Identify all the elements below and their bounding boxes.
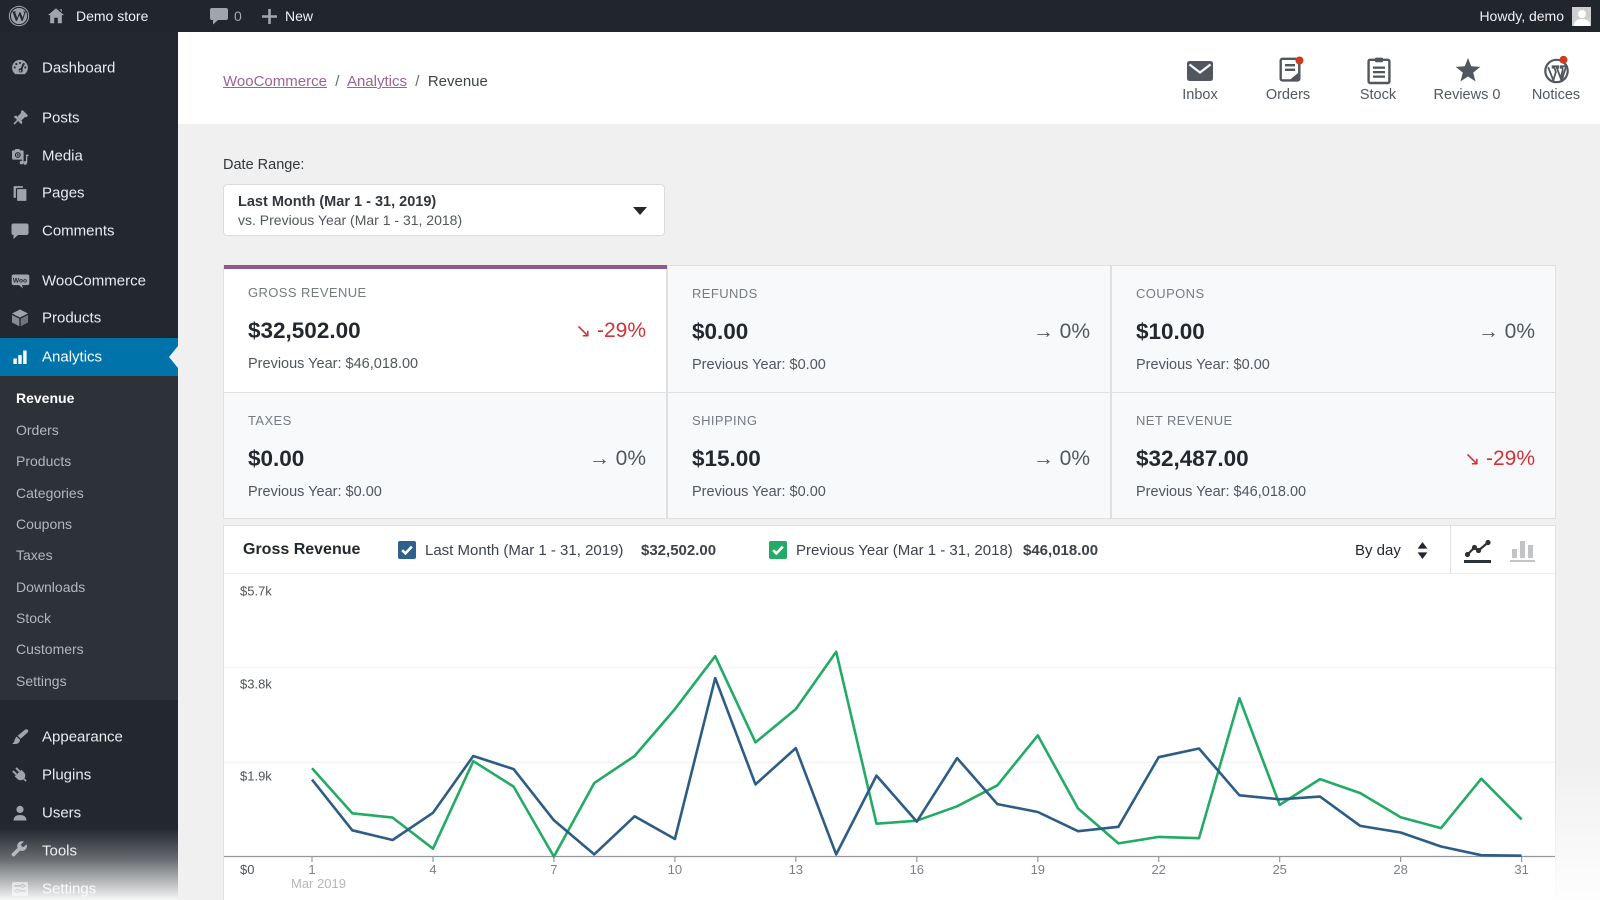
svg-text:W: W — [12, 9, 27, 25]
svg-text:13: 13 — [789, 862, 803, 877]
svg-text:$0: $0 — [240, 862, 254, 877]
svg-text:25: 25 — [1272, 862, 1286, 877]
svg-text:4: 4 — [429, 862, 436, 877]
svg-text:$3.8k: $3.8k — [240, 677, 272, 692]
svg-text:28: 28 — [1393, 862, 1407, 877]
svg-text:$1.9k: $1.9k — [240, 769, 272, 784]
svg-text:7: 7 — [550, 862, 557, 877]
svg-text:1: 1 — [308, 862, 315, 877]
svg-text:31: 31 — [1514, 862, 1528, 877]
svg-text:Woo: Woo — [13, 277, 27, 284]
svg-text:$5.7k: $5.7k — [240, 584, 272, 599]
svg-text:22: 22 — [1151, 862, 1165, 877]
svg-text:Mar 2019: Mar 2019 — [291, 876, 346, 891]
svg-text:19: 19 — [1031, 862, 1045, 877]
svg-text:16: 16 — [910, 862, 924, 877]
svg-text:10: 10 — [668, 862, 682, 877]
